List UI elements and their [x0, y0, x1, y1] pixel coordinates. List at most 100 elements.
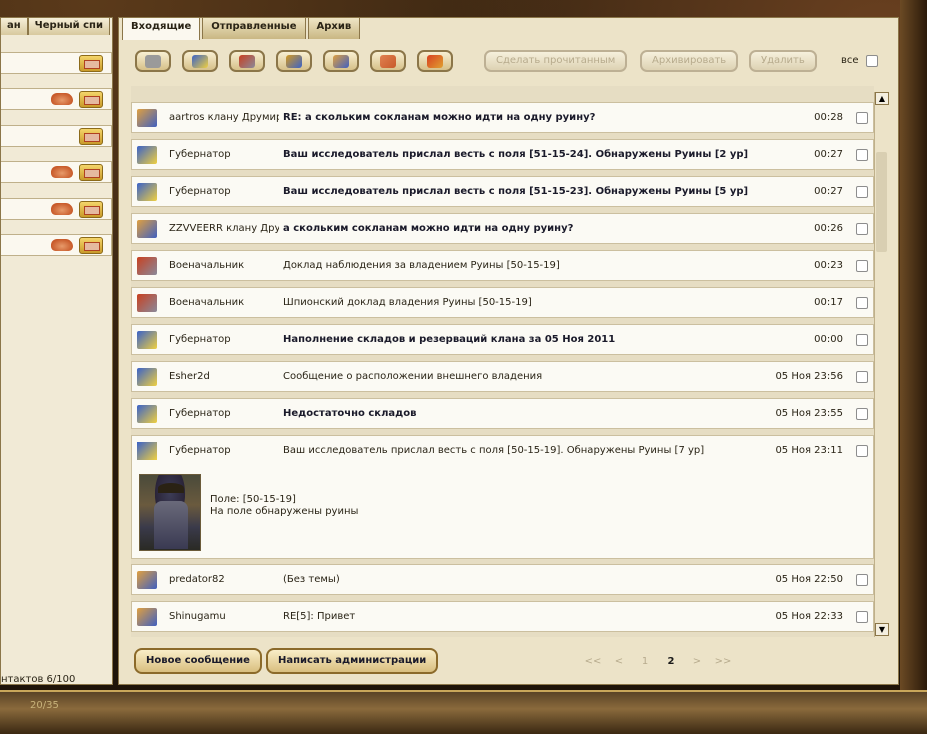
filter-system-button[interactable]: [135, 50, 171, 72]
message-from: ZZVVEERR клану Дру: [169, 223, 279, 234]
message-from: Военачальник: [169, 297, 245, 308]
message-subject[interactable]: RE[5]: Привет: [283, 611, 355, 622]
message-subject[interactable]: Ваш исследователь прислал весть с поля […: [283, 445, 704, 456]
filter-clan-button[interactable]: [323, 50, 359, 72]
message-time: 05 Ноя 23:55: [775, 408, 843, 419]
envelope-icon[interactable]: [79, 164, 103, 181]
message-checkbox[interactable]: [856, 574, 868, 586]
message-from: Губернатор: [169, 445, 231, 456]
frame-right-edge: [900, 0, 927, 734]
expanded-message[interactable]: Губернатор Ваш исследователь прислал вес…: [131, 435, 874, 559]
tab-blacklist[interactable]: Черный спи: [27, 17, 110, 35]
message-row[interactable]: predator82 (Без темы) 05 Ноя 22:50: [131, 564, 874, 595]
handshake-icon[interactable]: [51, 93, 73, 105]
contact-row[interactable]: [1, 88, 112, 110]
contacts-count: нтактов 6/100: [1, 674, 76, 685]
tab-sent[interactable]: Отправленные: [202, 17, 306, 39]
governor-flag-icon: [137, 405, 157, 423]
delete-button[interactable]: Удалить: [749, 50, 817, 72]
message-subject[interactable]: Ваш исследователь прислал весть с поля […: [283, 186, 748, 197]
message-checkbox[interactable]: [856, 186, 868, 198]
commander-sword-icon: [137, 294, 157, 312]
contact-row[interactable]: [1, 234, 112, 256]
tab-clan[interactable]: ан: [0, 17, 28, 35]
page-link[interactable]: <<: [580, 656, 606, 667]
message-row[interactable]: aartros клану Друмир RE: а скольким сокла…: [131, 102, 874, 133]
envelope-icon[interactable]: [79, 128, 103, 145]
message-checkbox[interactable]: [856, 260, 868, 272]
message-checkbox[interactable]: [856, 445, 868, 457]
scroll-thumb[interactable]: [876, 152, 887, 252]
new-message-button[interactable]: Новое сообщение: [134, 648, 262, 674]
clan-icon: [333, 55, 349, 68]
page-link[interactable]: >>: [710, 656, 736, 667]
message-checkbox[interactable]: [856, 223, 868, 235]
handshake-icon[interactable]: [51, 166, 73, 178]
clan-icon: [137, 571, 157, 589]
message-row[interactable]: Губернатор Ваш исследователь прислал вест…: [131, 139, 874, 170]
envelope-icon[interactable]: [79, 237, 103, 254]
message-body-text: На поле обнаружены руины: [210, 506, 359, 517]
message-subject[interactable]: а скольким сокланам можно идти на одну р…: [283, 223, 573, 234]
message-checkbox[interactable]: [856, 334, 868, 346]
scroll-up-arrow[interactable]: ▲: [875, 92, 889, 105]
message-time: 05 Ноя 22:50: [775, 574, 843, 585]
envelope-icon[interactable]: [79, 91, 103, 108]
contact-row[interactable]: [1, 198, 112, 220]
commander-sword-icon: [137, 257, 157, 275]
message-row[interactable]: Губернатор Недостаточно складов 05 Ноя 23:…: [131, 398, 874, 429]
message-checkbox[interactable]: [856, 297, 868, 309]
page-link[interactable]: <: [606, 656, 632, 667]
message-subject[interactable]: Ваш исследователь прислал весть с поля […: [283, 149, 748, 160]
handshake-icon[interactable]: [51, 203, 73, 215]
select-all-checkbox[interactable]: [866, 55, 878, 67]
message-subject[interactable]: Недостаточно складов: [283, 408, 416, 419]
archive-button[interactable]: Архивировать: [640, 50, 739, 72]
filter-treasury-button[interactable]: [276, 50, 312, 72]
filter-alliance-button[interactable]: [370, 50, 406, 72]
message-time: 00:27: [814, 149, 843, 160]
message-checkbox[interactable]: [856, 371, 868, 383]
message-from: Esher2d: [169, 371, 210, 382]
filter-admin-button[interactable]: [417, 50, 453, 72]
message-row[interactable]: Губернатор Наполнение складов и резерваци…: [131, 324, 874, 355]
mark-read-button[interactable]: Сделать прочитанным: [484, 50, 628, 72]
message-subject[interactable]: (Без темы): [283, 574, 340, 585]
message-row[interactable]: Военачальник Доклад наблюдения за владени…: [131, 250, 874, 281]
message-subject[interactable]: Сообщение о расположении внешнего владен…: [283, 371, 542, 382]
filter-governor-button[interactable]: [182, 50, 218, 72]
message-checkbox[interactable]: [856, 149, 868, 161]
page-link[interactable]: >: [684, 656, 710, 667]
message-row[interactable]: Губернатор Ваш исследователь прислал вест…: [131, 176, 874, 207]
message-row[interactable]: Военачальник Шпионский доклад владения Ру…: [131, 287, 874, 318]
message-row[interactable]: ZZVVEERR клану Дру а скольким сокланам мо…: [131, 213, 874, 244]
contact-row[interactable]: [1, 161, 112, 183]
filter-commander-button[interactable]: [229, 50, 265, 72]
message-checkbox[interactable]: [856, 611, 868, 623]
page-link[interactable]: 1: [632, 656, 658, 667]
message-row[interactable]: Shinugamu RE[5]: Привет 05 Ноя 22:33: [131, 601, 874, 632]
write-admin-button[interactable]: Написать администрации: [266, 648, 439, 674]
message-checkbox[interactable]: [856, 408, 868, 420]
message-subject[interactable]: Доклад наблюдения за владением Руины [50…: [283, 260, 560, 271]
message-row[interactable]: Esher2d Сообщение о расположении внешнего…: [131, 361, 874, 392]
message-list-scrollbar[interactable]: ▲ ▼: [874, 92, 889, 637]
governor-flag-icon: [137, 368, 157, 386]
mail-toolbar: Сделать прочитанным Архивировать Удалить…: [135, 50, 895, 74]
contact-row[interactable]: [1, 52, 112, 74]
tab-inbox[interactable]: Входящие: [122, 17, 201, 40]
message-checkbox[interactable]: [856, 112, 868, 124]
contact-row[interactable]: [1, 125, 112, 147]
governor-flag-icon: [137, 331, 157, 349]
handshake-icon[interactable]: [51, 239, 73, 251]
scroll-down-arrow[interactable]: ▼: [875, 623, 889, 636]
message-subject[interactable]: Шпионский доклад владения Руины [50-15-1…: [283, 297, 532, 308]
message-time: 00:17: [814, 297, 843, 308]
envelope-icon[interactable]: [79, 201, 103, 218]
message-subject[interactable]: RE: а скольким сокланам можно идти на од…: [283, 112, 595, 123]
message-subject[interactable]: Наполнение складов и резерваций клана за…: [283, 334, 615, 345]
tab-archive[interactable]: Архив: [307, 17, 361, 39]
governor-flag-icon: [137, 146, 157, 164]
page-link[interactable]: 2: [658, 656, 684, 667]
envelope-icon[interactable]: [79, 55, 103, 72]
